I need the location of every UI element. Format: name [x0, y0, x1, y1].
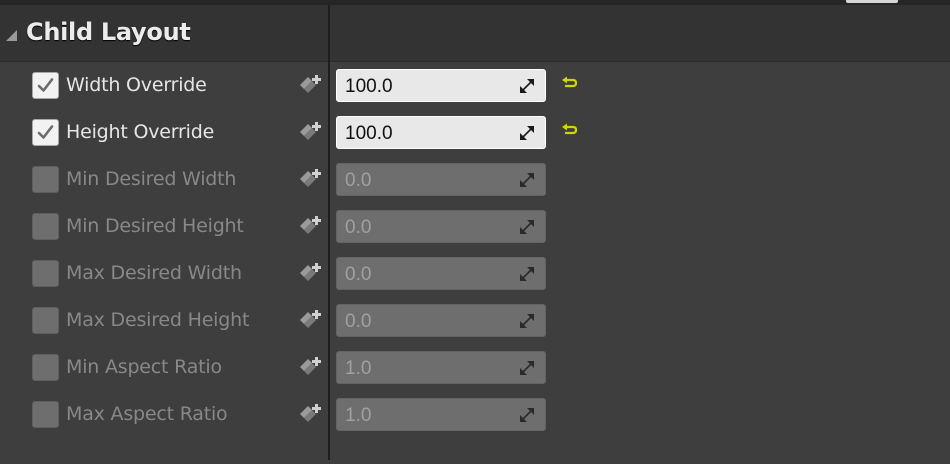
value-drag-handle-icon[interactable] [519, 313, 535, 329]
value-field[interactable]: 1.0 [336, 351, 546, 384]
override-checkbox[interactable] [32, 354, 59, 381]
add-keyframe-icon[interactable] [298, 73, 324, 97]
value-text[interactable]: 0.0 [345, 264, 371, 286]
value-field[interactable]: 0.0 [336, 163, 546, 196]
override-checkbox[interactable] [32, 307, 59, 334]
add-keyframe-icon[interactable] [298, 261, 324, 285]
override-checkbox[interactable] [32, 401, 59, 428]
property-label: Max Aspect Ratio [66, 403, 228, 425]
value-text[interactable]: 100.0 [345, 123, 393, 145]
section-title: Child Layout [26, 18, 191, 46]
value-text[interactable]: 0.0 [345, 311, 371, 333]
override-checkbox[interactable] [32, 213, 59, 240]
value-drag-handle-icon[interactable] [519, 78, 535, 94]
override-checkbox[interactable] [32, 72, 59, 99]
add-keyframe-icon[interactable] [298, 214, 324, 238]
value-text[interactable]: 0.0 [345, 217, 371, 239]
value-field[interactable]: 0.0 [336, 257, 546, 290]
property-label: Width Override [66, 74, 207, 96]
value-text[interactable]: 1.0 [345, 358, 371, 380]
value-field[interactable]: 100.0 [336, 116, 546, 149]
override-checkbox[interactable] [32, 119, 59, 146]
value-text[interactable]: 100.0 [345, 76, 393, 98]
override-checkbox[interactable] [32, 166, 59, 193]
value-field[interactable]: 1.0 [336, 398, 546, 431]
reset-to-default-icon[interactable] [561, 74, 579, 92]
property-row: Max Aspect Ratio 1.0 [0, 391, 950, 438]
value-field[interactable]: 100.0 [336, 69, 546, 102]
add-keyframe-icon[interactable] [298, 355, 324, 379]
property-label: Min Desired Height [66, 215, 244, 237]
collapse-triangle-icon[interactable] [4, 28, 18, 42]
add-keyframe-icon[interactable] [298, 308, 324, 332]
property-row: Min Aspect Ratio 1.0 [0, 344, 950, 391]
property-label: Height Override [66, 121, 215, 143]
value-text[interactable]: 0.0 [345, 170, 371, 192]
checkmark-icon [37, 78, 54, 92]
reset-to-default-icon[interactable] [561, 121, 579, 139]
value-field[interactable]: 0.0 [336, 304, 546, 337]
property-label: Min Desired Width [66, 168, 237, 190]
override-checkbox[interactable] [32, 260, 59, 287]
section-header[interactable]: Child Layout [0, 5, 950, 62]
property-row: Min Desired Width 0.0 [0, 156, 950, 203]
value-drag-handle-icon[interactable] [519, 219, 535, 235]
property-label: Max Desired Width [66, 262, 242, 284]
top-tab[interactable] [846, 0, 898, 3]
property-row: Max Desired Height 0.0 [0, 297, 950, 344]
property-row: Height Override 100.0 [0, 109, 950, 156]
property-label: Min Aspect Ratio [66, 356, 222, 378]
value-field[interactable]: 0.0 [336, 210, 546, 243]
value-text[interactable]: 1.0 [345, 405, 371, 427]
checkmark-icon [37, 125, 54, 139]
property-row: Min Desired Height 0.0 [0, 203, 950, 250]
add-keyframe-icon[interactable] [298, 120, 324, 144]
value-drag-handle-icon[interactable] [519, 407, 535, 423]
property-label: Max Desired Height [66, 309, 250, 331]
value-drag-handle-icon[interactable] [519, 172, 535, 188]
add-keyframe-icon[interactable] [298, 402, 324, 426]
value-drag-handle-icon[interactable] [519, 125, 535, 141]
property-row: Width Override 100.0 [0, 62, 950, 109]
value-drag-handle-icon[interactable] [519, 266, 535, 282]
value-drag-handle-icon[interactable] [519, 360, 535, 376]
add-keyframe-icon[interactable] [298, 167, 324, 191]
property-row: Max Desired Width 0.0 [0, 250, 950, 297]
